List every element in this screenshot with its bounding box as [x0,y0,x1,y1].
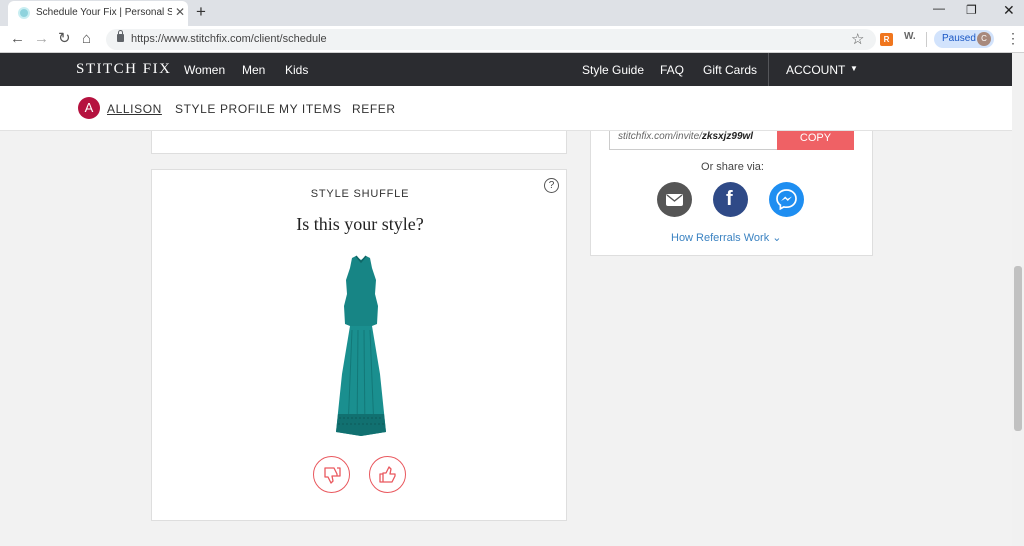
minimize-icon[interactable]: — [933,1,945,15]
lock-icon [117,30,124,42]
browser-menu-icon[interactable]: ⋮ [1006,31,1020,45]
header-divider [768,53,769,86]
user-avatar[interactable]: A [78,97,100,119]
nav-gift-cards[interactable]: Gift Cards [703,63,757,77]
restore-icon[interactable]: ❐ [966,3,977,17]
share-email-button[interactable] [657,182,692,217]
how-referrals-work-link[interactable]: How Referrals Work ⌄ [671,231,782,244]
new-tab-button[interactable]: + [196,3,206,21]
invite-link-prefix: stitchfix.com/invite/ [618,131,702,142]
share-facebook-button[interactable]: f [713,182,748,217]
messenger-icon [776,189,797,210]
bookmark-star-icon[interactable]: ☆ [851,30,864,48]
caret-down-icon[interactable]: ▼ [850,64,858,73]
thumbs-down-icon [324,467,341,484]
schedule-card [151,131,567,154]
tab-close-icon[interactable]: ✕ [175,5,185,19]
nav-kids[interactable]: Kids [285,63,308,77]
share-messenger-button[interactable] [769,182,804,217]
facebook-icon: f [726,188,733,210]
address-bar[interactable]: https://www.stitchfix.com/client/schedul… [106,29,876,50]
reload-icon[interactable]: ↻ [58,31,71,47]
thumbs-up-button[interactable] [369,456,406,493]
email-icon [666,194,683,206]
extension-w-icon[interactable]: W. [904,31,916,42]
subnav-user-name[interactable]: ALLISON [107,102,162,116]
browser-tab[interactable]: Schedule Your Fix | Personal Stylist ✕ [8,1,188,26]
site-header: STITCH FIX Women Men Kids Style Guide FA… [0,53,1012,86]
scrollbar-thumb[interactable] [1014,266,1022,431]
share-label: Or share via: [701,161,764,173]
subnav-style-profile[interactable]: STYLE PROFILE [175,102,276,116]
invite-link-field[interactable]: stitchfix.com/invite/zksxjz99wl [609,131,777,150]
invite-code: zksxjz99wl [701,131,754,142]
style-shuffle-card: ? STYLE SHUFFLE Is this your style? [151,169,567,521]
style-shuffle-question: Is this your style? [296,214,424,234]
subnav-my-items[interactable]: MY ITEMS [279,102,342,116]
forward-arrow-icon[interactable]: → [34,31,49,47]
profile-avatar: C [977,32,991,46]
extension-icon[interactable]: R [880,33,893,46]
style-shuffle-title: STYLE SHUFFLE [310,188,410,200]
site-favicon-icon [18,7,30,19]
browser-toolbar: ← → ↻ ⌂ https://www.stitchfix.com/client… [0,26,1024,53]
nav-men[interactable]: Men [242,63,265,77]
page-scrollbar[interactable] [1012,53,1024,546]
nav-faq[interactable]: FAQ [660,63,684,77]
home-icon[interactable]: ⌂ [82,31,91,47]
stitchfix-logo[interactable]: STITCH FIX [76,61,171,78]
copy-button[interactable]: COPY [777,131,854,150]
chevron-down-icon: ⌄ [772,232,782,244]
thumbs-down-button[interactable] [313,456,350,493]
account-subnav: A ALLISON STYLE PROFILE MY ITEMS REFER [0,86,1012,131]
toolbar-divider [926,32,927,47]
tab-title: Schedule Your Fix | Personal Stylist [36,7,172,18]
nav-account[interactable]: ACCOUNT [786,63,845,77]
window-close-icon[interactable]: ✕ [1003,2,1015,19]
browser-tabstrip: Schedule Your Fix | Personal Stylist ✕ +… [0,0,1024,26]
referral-card: stitchfix.com/invite/zksxjz99wl COPY Or … [590,131,873,256]
page-content: ? STYLE SHUFFLE Is this your style? stit… [0,131,1012,546]
subnav-refer[interactable]: REFER [352,102,396,116]
thumbs-up-icon [379,466,396,483]
nav-style-guide[interactable]: Style Guide [582,63,644,77]
dress-image [336,255,386,436]
paused-label: Paused [942,33,976,44]
url-text[interactable]: https://www.stitchfix.com/client/schedul… [131,33,327,45]
profile-paused-chip[interactable]: Paused C [934,30,994,48]
back-arrow-icon[interactable]: ← [10,31,25,47]
how-referrals-work-label: How Referrals Work [671,232,770,244]
nav-women[interactable]: Women [184,63,225,77]
